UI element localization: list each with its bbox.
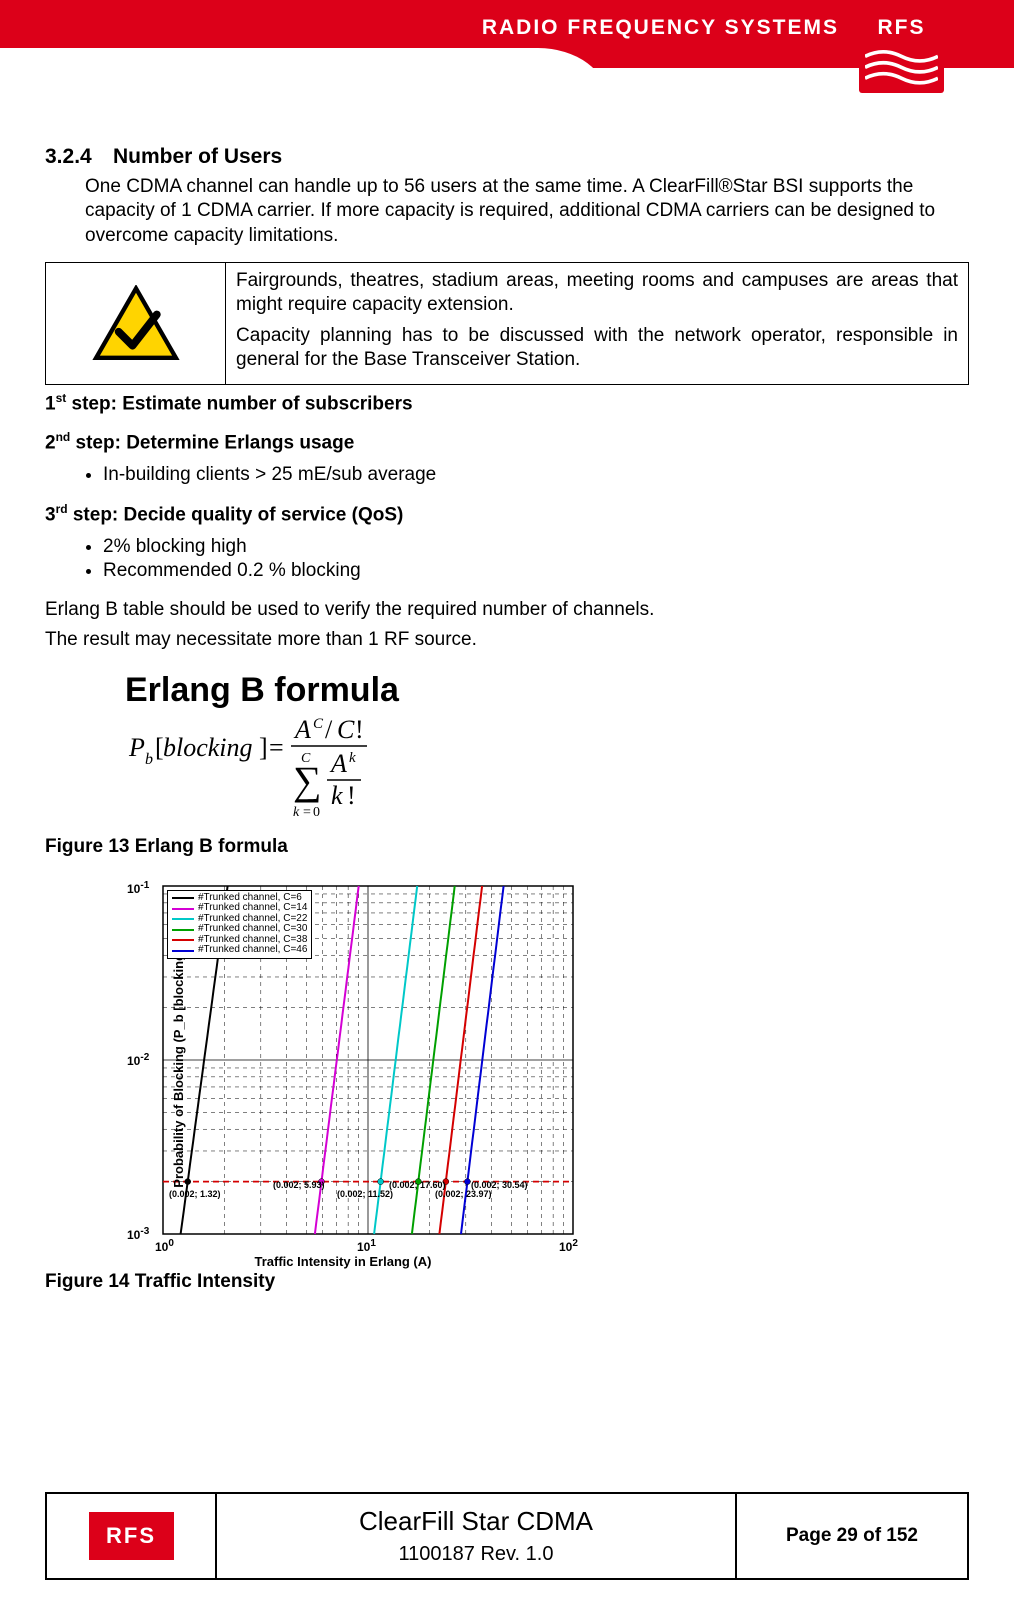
svg-text:!: ! — [347, 781, 356, 810]
chart-x-label: Traffic Intensity in Erlang (A) — [113, 1254, 573, 1269]
point-label: (0.002; 23.97) — [435, 1189, 492, 1199]
x-tick: 101 — [357, 1238, 376, 1254]
figure-13-caption: Figure 13 Erlang B formula — [45, 836, 969, 858]
step-2: 2nd step: Determine Erlangs usage — [45, 430, 969, 454]
note-line-1: Fairgrounds, theatres, stadium areas, me… — [236, 269, 958, 318]
page-content: 3.2.4Number of Users One CDMA channel ca… — [0, 100, 1014, 1293]
page-footer: RFS ClearFill Star CDMA 1100187 Rev. 1.0… — [45, 1492, 969, 1580]
section-intro: One CDMA channel can handle up to 56 use… — [85, 175, 969, 248]
chart-y-label: Probability of Blocking (P_b [blocking]) — [171, 944, 186, 1187]
svg-text:A: A — [329, 749, 347, 778]
section-title: Number of Users — [113, 145, 282, 168]
list-item: Recommended 0.2 % blocking — [103, 560, 969, 582]
list-item: In-building clients > 25 mE/sub average — [103, 464, 969, 486]
x-tick: 100 — [155, 1238, 174, 1254]
footer-doc-rev: 1100187 Rev. 1.0 — [399, 1543, 554, 1566]
svg-text:]: ] — [259, 733, 268, 762]
traffic-intensity-chart: Probability of Blocking (P_b [blocking])… — [73, 876, 583, 1256]
svg-text:!: ! — [355, 715, 364, 744]
svg-text:C: C — [301, 751, 311, 766]
footer-logo-text: RFS — [106, 1523, 156, 1549]
note-line-2: Capacity planning has to be discussed wi… — [236, 324, 958, 373]
footer-doc-title: ClearFill Star CDMA — [359, 1506, 593, 1537]
section-heading: 3.2.4Number of Users — [45, 145, 969, 169]
erlang-intro-2: The result may necessitate more than 1 R… — [45, 628, 969, 652]
svg-text:/: / — [325, 715, 333, 744]
svg-text:blocking: blocking — [163, 733, 253, 762]
svg-text:k: k — [293, 805, 300, 820]
svg-text:C: C — [313, 716, 324, 732]
step-3: 3rd step: Decide quality of service (QoS… — [45, 502, 969, 526]
section-number: 3.2.4 — [45, 145, 113, 169]
erlang-title: Erlang B formula — [125, 671, 969, 710]
svg-text:0: 0 — [313, 805, 320, 820]
erlang-formula: P b [ blocking ] = A C / C ! ∑ k = 0 C — [125, 712, 969, 828]
svg-text:b: b — [145, 751, 153, 768]
figure-14-caption: Figure 14 Traffic Intensity — [45, 1271, 969, 1293]
point-label: (0.002; 1.32) — [169, 1189, 221, 1199]
svg-text:k: k — [331, 781, 343, 810]
rfs-logo: RFS — [859, 8, 944, 93]
svg-text:A: A — [293, 715, 311, 744]
svg-text:P: P — [128, 733, 145, 762]
point-label: (0.002; 30.54) — [471, 1180, 528, 1190]
y-tick: 10-2 — [127, 1052, 149, 1068]
chart-legend: #Trunked channel, C=6#Trunked channel, C… — [167, 890, 312, 959]
rfs-logo-waves-icon — [865, 42, 938, 89]
point-label: (0.002; 11.52) — [337, 1189, 393, 1199]
step-2-bullets: In-building clients > 25 mE/sub average — [103, 464, 969, 486]
y-tick: 10-1 — [127, 880, 149, 896]
point-label: (0.002; 5.93) — [273, 1180, 325, 1190]
svg-text:C: C — [337, 715, 355, 744]
footer-page-number: Page 29 of 152 — [737, 1494, 967, 1578]
step-1: 1st step: Estimate number of subscribers — [45, 391, 969, 415]
y-tick: 10-3 — [127, 1226, 149, 1242]
svg-text:=: = — [269, 733, 284, 762]
list-item: 2% blocking high — [103, 536, 969, 558]
check-warning-icon — [92, 285, 180, 363]
page-header: RADIO FREQUENCY SYSTEMS RFS — [0, 0, 1014, 100]
x-tick: 102 — [559, 1238, 578, 1254]
rfs-logo-text: RFS — [865, 14, 938, 42]
footer-rfs-logo: RFS — [89, 1512, 174, 1560]
svg-text:k: k — [349, 750, 356, 766]
svg-text:=: = — [303, 805, 311, 820]
note-box: Fairgrounds, theatres, stadium areas, me… — [45, 262, 969, 385]
step-3-bullets: 2% blocking high Recommended 0.2 % block… — [103, 536, 969, 582]
erlang-intro-1: Erlang B table should be used to verify … — [45, 598, 969, 622]
brand-text: RADIO FREQUENCY SYSTEMS — [482, 16, 839, 40]
